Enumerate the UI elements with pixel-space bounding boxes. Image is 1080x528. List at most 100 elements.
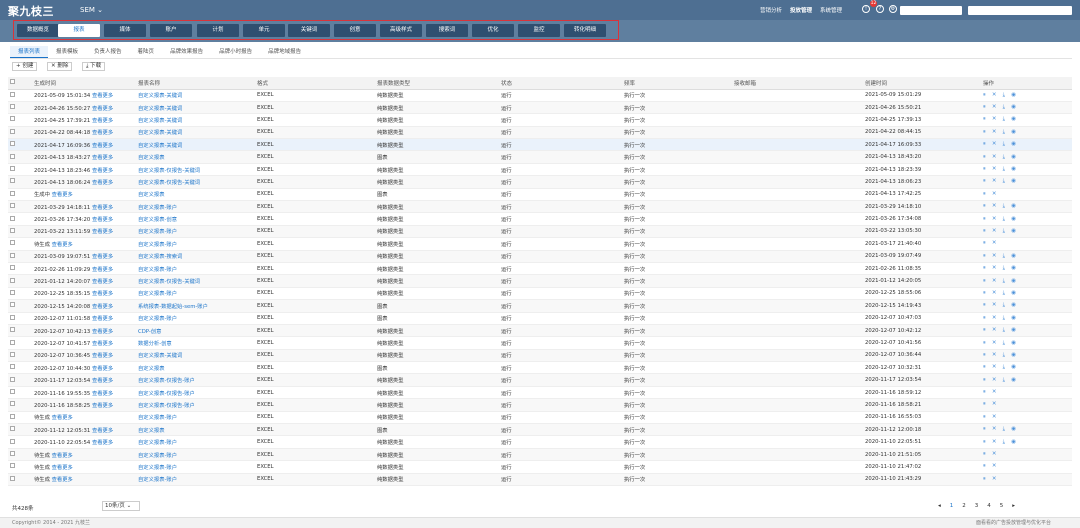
row-checkbox-cell[interactable]: [8, 150, 32, 164]
table-row[interactable]: 待生成 查看更多 自定义报表-账户 EXCEL 纯数据类型 运行 执行一次 2020-11-…: [8, 448, 1072, 462]
row-action-icons[interactable]: ⏸ ✕: [983, 451, 999, 457]
row-checkbox[interactable]: [10, 141, 15, 147]
view-more-link[interactable]: 查看更多: [92, 353, 113, 359]
view-more-link[interactable]: 查看更多: [92, 279, 113, 285]
row-checkbox[interactable]: [10, 426, 15, 432]
page-button[interactable]: 2: [962, 503, 966, 509]
view-more-link[interactable]: 查看更多: [92, 329, 113, 335]
report-name-link[interactable]: 自定义报表-账户: [138, 440, 177, 446]
row-action-icons[interactable]: ⏸ ✕ ⤓ ◉: [983, 426, 1018, 432]
row-checkbox-cell[interactable]: [8, 89, 32, 102]
view-more-link[interactable]: 查看更多: [52, 465, 73, 471]
report-name-link[interactable]: 自定义报表-关键词: [138, 118, 182, 124]
row-checkbox-cell[interactable]: [8, 212, 32, 226]
table-row[interactable]: 2021-04-13 18:06:24 查看更多 自定义报表-仅报告-关键词 EXC…: [8, 175, 1072, 189]
row-action-icons[interactable]: ⏸ ✕ ⤓ ◉: [983, 315, 1018, 321]
report-name-link[interactable]: 自定义报表-账户: [138, 267, 177, 273]
table-row[interactable]: 待生成 查看更多 自定义报表-账户 EXCEL 纯数据类型 运行 执行一次 2020-11-…: [8, 473, 1072, 487]
report-tab-6[interactable]: 品牌地域报告: [260, 46, 309, 58]
report-name-link[interactable]: 自定义报表-账户: [138, 291, 177, 297]
notification-icon[interactable]: !: [862, 5, 870, 13]
row-checkbox-cell[interactable]: [8, 101, 32, 115]
row-checkbox[interactable]: [10, 339, 15, 345]
row-action-icons[interactable]: ⏸ ✕ ⤓ ◉: [983, 364, 1018, 370]
report-name-link[interactable]: 自定义报表-仅报告-账户: [138, 391, 195, 397]
report-name-link[interactable]: 自定义报表: [138, 192, 165, 198]
row-action-icons[interactable]: ⏸ ✕: [983, 414, 999, 420]
page-size-select[interactable]: 10条/页 ⌄: [102, 501, 140, 511]
row-action-icons[interactable]: ⏸ ✕ ⤓ ◉: [983, 327, 1018, 333]
report-name-link[interactable]: 系统报表-数据起始-sem-账户: [138, 304, 208, 310]
view-more-link[interactable]: 查看更多: [52, 242, 73, 248]
report-name-link[interactable]: 自定义报表-关键词: [138, 353, 182, 359]
row-checkbox[interactable]: [10, 364, 15, 370]
table-row[interactable]: 2020-11-10 22:05:54 查看更多 自定义报表-账户 EXCEL 纯数据…: [8, 435, 1072, 449]
row-action-icons[interactable]: ⏸ ✕ ⤓ ◉: [983, 290, 1018, 296]
row-action-icons[interactable]: ⏸ ✕ ⤓ ◉: [983, 439, 1018, 445]
report-name-link[interactable]: 自定义报表-账户: [138, 415, 177, 421]
table-row[interactable]: 2021-05-09 15:01:34 查看更多 自定义报表-关键词 EXCEL 纯数…: [8, 89, 1072, 102]
report-tab-1[interactable]: 报表模板: [48, 46, 86, 58]
report-tab-0[interactable]: 报表列表: [10, 46, 49, 58]
row-action-icons[interactable]: ⏸ ✕: [983, 401, 999, 407]
row-checkbox[interactable]: [10, 289, 15, 295]
row-checkbox-cell[interactable]: [8, 373, 32, 387]
row-checkbox[interactable]: [10, 128, 15, 134]
view-more-link[interactable]: 查看更多: [92, 93, 113, 99]
report-name-link[interactable]: 自定义报表-账户: [138, 477, 177, 483]
row-checkbox[interactable]: [10, 327, 15, 333]
row-action-icons[interactable]: ⏸ ✕ ⤓ ◉: [983, 129, 1018, 135]
table-row[interactable]: 待生成 查看更多 自定义报表-账户 EXCEL 纯数据类型 运行 执行一次 2020-11-…: [8, 460, 1072, 474]
page-button[interactable]: 4: [987, 503, 991, 509]
view-more-link[interactable]: 查看更多: [92, 254, 113, 260]
select-all-checkbox[interactable]: [10, 79, 15, 85]
row-checkbox[interactable]: [10, 351, 15, 357]
row-checkbox[interactable]: [10, 314, 15, 320]
row-checkbox-cell[interactable]: [8, 138, 32, 152]
row-checkbox[interactable]: [10, 438, 15, 444]
row-checkbox[interactable]: [10, 463, 15, 469]
user-select[interactable]: [968, 6, 1072, 15]
report-name-link[interactable]: 自定义报表-账户: [138, 205, 177, 211]
view-more-link[interactable]: 查看更多: [92, 316, 113, 322]
table-row[interactable]: 2021-04-13 18:23:46 查看更多 自定义报表-仅报告-关键词 EXC…: [8, 163, 1072, 177]
row-checkbox[interactable]: [10, 475, 15, 481]
table-row[interactable]: 2021-04-13 18:43:27 查看更多 自定义报表 EXCEL 图表 运行 执行…: [8, 150, 1072, 164]
table-row[interactable]: 2020-11-16 18:58:25 查看更多 自定义报表-仅报告-账户 EXCE…: [8, 398, 1072, 412]
row-checkbox-cell[interactable]: [8, 299, 32, 313]
row-action-icons[interactable]: ⏸ ✕: [983, 389, 999, 395]
report-name-link[interactable]: 自定义报表-账户: [138, 229, 177, 235]
row-action-icons[interactable]: ⏸ ✕ ⤓ ◉: [983, 265, 1018, 271]
view-more-link[interactable]: 查看更多: [92, 217, 113, 223]
view-more-link[interactable]: 查看更多: [92, 291, 113, 297]
report-name-link[interactable]: 自定义报表-搜索词: [138, 254, 182, 260]
view-more-link[interactable]: 查看更多: [52, 415, 73, 421]
report-tab-3[interactable]: 着陆页: [130, 46, 163, 58]
row-checkbox[interactable]: [10, 401, 15, 407]
row-checkbox-cell[interactable]: [8, 448, 32, 462]
row-checkbox[interactable]: [10, 277, 15, 283]
page-button[interactable]: 3: [975, 503, 979, 509]
table-row[interactable]: 2021-04-17 16:09:36 查看更多 自定义报表-关键词 EXCEL 纯数…: [8, 138, 1072, 152]
row-checkbox[interactable]: [10, 91, 15, 97]
row-checkbox-cell[interactable]: [8, 423, 32, 437]
row-checkbox-cell[interactable]: [8, 460, 32, 474]
report-tab-4[interactable]: 品牌效果报告: [162, 46, 211, 58]
product-switcher[interactable]: SEM ⌄: [80, 6, 103, 14]
row-action-icons[interactable]: ⏸ ✕ ⤓ ◉: [983, 216, 1018, 222]
table-row[interactable]: 2021-01-12 14:20:07 查看更多 自定义报表-仅报告-关键词 EXC…: [8, 274, 1072, 288]
row-checkbox[interactable]: [10, 376, 15, 382]
table-row[interactable]: 2021-04-25 17:39:21 查看更多 自定义报表-关键词 EXCEL 纯数…: [8, 113, 1072, 127]
row-checkbox-cell[interactable]: [8, 435, 32, 449]
report-tab-2[interactable]: 负责人报告: [86, 46, 130, 58]
view-more-link[interactable]: 查看更多: [92, 118, 113, 124]
row-action-icons[interactable]: ⏸ ✕ ⤓ ◉: [983, 116, 1018, 122]
view-more-link[interactable]: 查看更多: [92, 155, 113, 161]
help-icon[interactable]: ?: [876, 5, 884, 13]
report-name-link[interactable]: 自定义报表-关键词: [138, 130, 182, 136]
table-row[interactable]: 待生成 查看更多 自定义报表-账户 EXCEL 纯数据类型 运行 执行一次 2021-03-…: [8, 237, 1072, 251]
nav-system-management[interactable]: 系统管理: [820, 6, 842, 14]
prev-page-button[interactable]: ◂: [938, 503, 941, 509]
row-checkbox[interactable]: [10, 240, 15, 246]
row-checkbox[interactable]: [10, 389, 15, 395]
